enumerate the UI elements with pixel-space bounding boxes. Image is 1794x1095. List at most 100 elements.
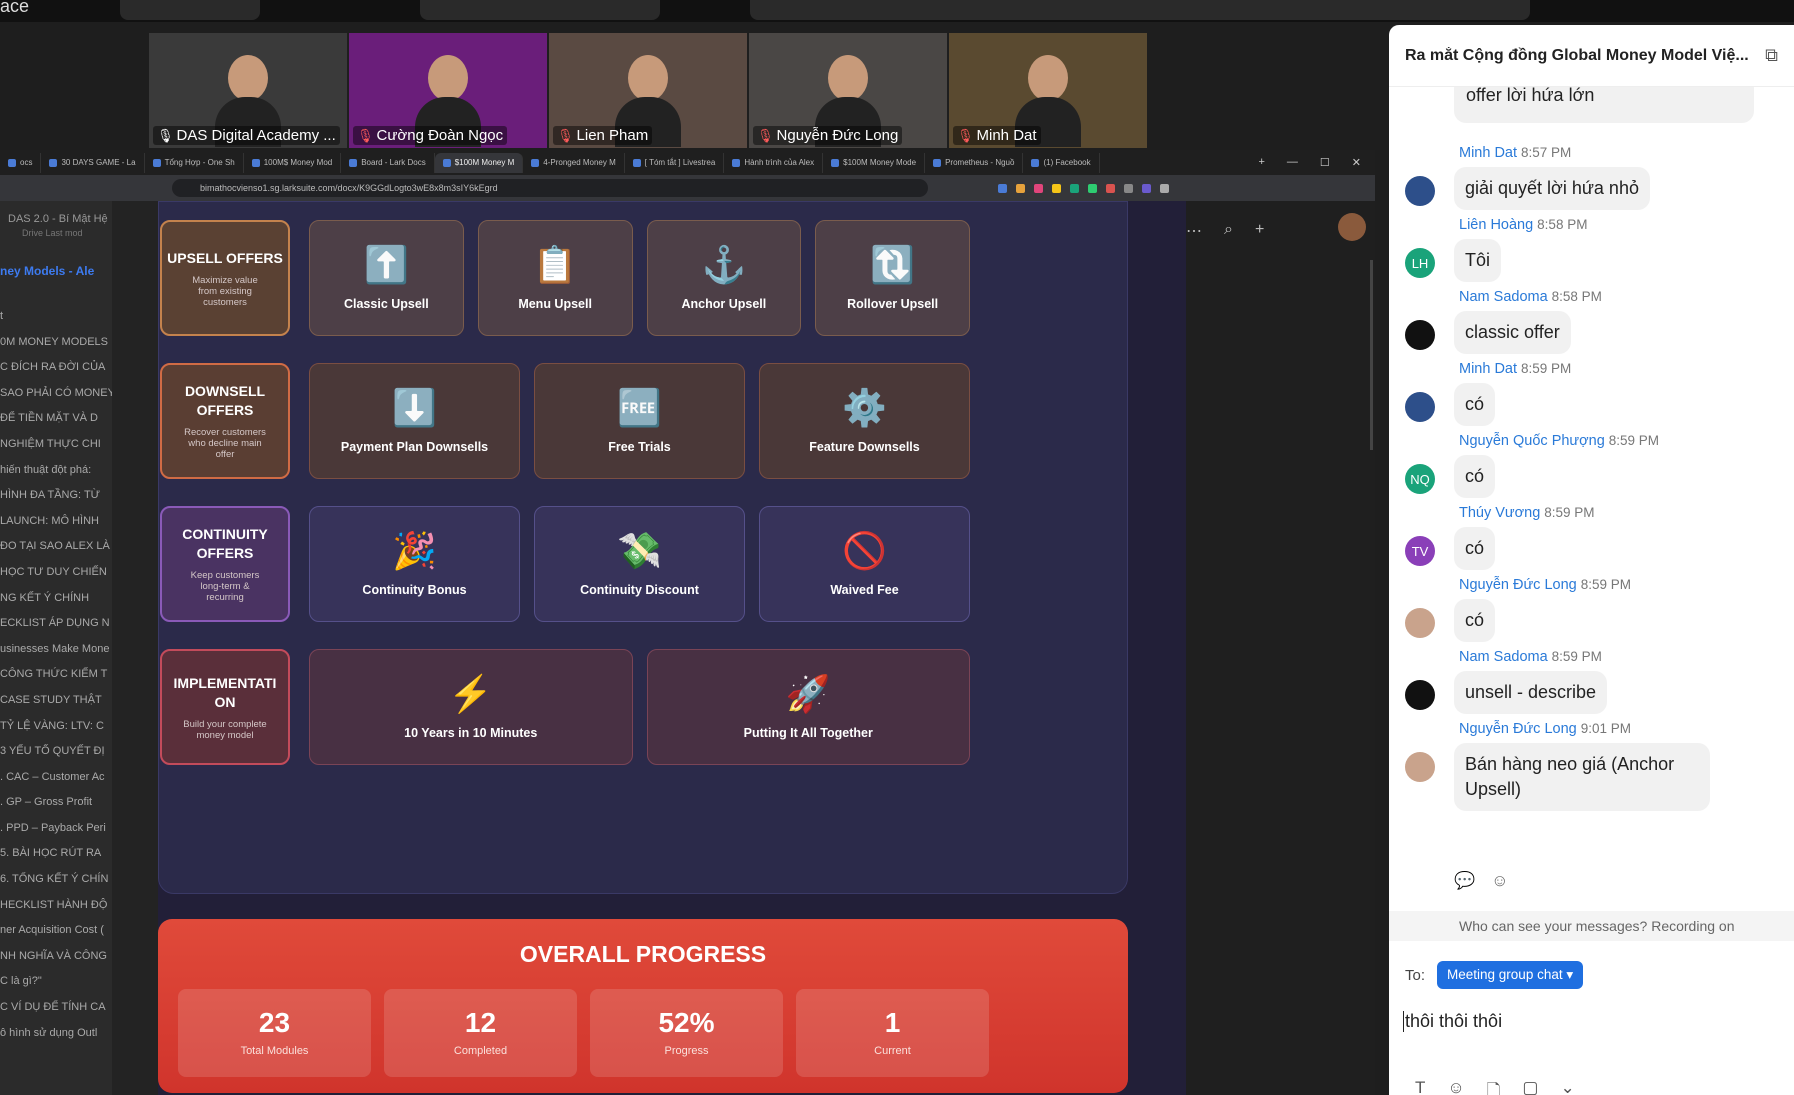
sender-name[interactable]: Minh Dat — [1459, 145, 1517, 161]
avatar[interactable] — [1405, 392, 1435, 422]
toc-item[interactable]: 5. BÀI HỌC RÚT RA — [0, 841, 112, 867]
module-card[interactable]: 🚀 Putting It All Together — [646, 649, 970, 765]
toc-item[interactable]: . CAC – Customer Ac — [0, 765, 112, 791]
participant-tile[interactable]: 🎙 Lien Pham — [549, 33, 747, 148]
browser-tab[interactable]: Board - Lark Docs — [341, 152, 435, 173]
toc-item[interactable]: ô hình sử dụng Outl — [0, 1021, 112, 1047]
format-text-icon[interactable]: T — [1415, 1078, 1425, 1095]
module-card[interactable]: 💸 Continuity Discount — [534, 506, 745, 622]
extension-icon[interactable] — [1070, 183, 1079, 193]
toc-item[interactable]: CASE STUDY THẬT — [0, 688, 112, 714]
reply-icon[interactable]: 💬 — [1454, 871, 1475, 891]
extension-icon[interactable] — [1034, 183, 1043, 193]
add-icon[interactable]: + — [1255, 221, 1264, 241]
module-card[interactable]: ⬇️ Payment Plan Downsells — [309, 363, 520, 479]
more-icon[interactable]: ⋯ — [1186, 221, 1202, 241]
window-controls[interactable]: + — ☐ ✕ — [1258, 156, 1375, 169]
browser-tab[interactable]: Hành trình của Alex — [724, 152, 824, 173]
module-card[interactable]: ⚙️ Feature Downsells — [759, 363, 970, 479]
file-icon[interactable]: 🗋 — [1487, 1078, 1501, 1095]
avatar[interactable] — [1338, 213, 1366, 241]
toc-item[interactable]: 6. TỔNG KẾT Ý CHÍN — [0, 867, 112, 893]
browser-tab[interactable]: 4-Pronged Money M — [523, 152, 625, 173]
extension-icon[interactable] — [1088, 183, 1097, 193]
participant-tile[interactable]: 🎙 Cường Đoàn Ngọc — [349, 33, 547, 148]
browser-tab[interactable]: [ Tóm tắt ] Livestrea — [625, 152, 725, 173]
sender-name[interactable]: Nguyễn Đức Long — [1459, 577, 1577, 593]
recipient-dropdown[interactable]: Meeting group chat ▾ — [1437, 961, 1584, 989]
sender-name[interactable]: Thúy Vương — [1459, 505, 1540, 521]
downsell-category-card[interactable]: DOWNSELL OFFERS Recover customers who dec… — [160, 363, 290, 479]
avatar[interactable] — [1405, 680, 1435, 710]
avatar[interactable] — [1405, 608, 1435, 638]
top-tab-fragment[interactable] — [750, 0, 1530, 20]
browser-tab[interactable]: Prometheus - Nguồ — [925, 152, 1024, 173]
module-card[interactable]: ⚡ 10 Years in 10 Minutes — [309, 649, 633, 765]
extension-icon[interactable] — [1052, 183, 1061, 193]
toc-title[interactable]: ney Models - Ale — [0, 238, 112, 278]
top-tab-fragment[interactable] — [120, 0, 260, 20]
module-card[interactable]: 🔃 Rollover Upsell — [815, 220, 970, 336]
browser-tab[interactable]: $100M Money Mode — [823, 152, 926, 173]
screenshot-icon[interactable]: ▢ — [1522, 1078, 1538, 1095]
toc-item[interactable]: 0M MONEY MODELS — [0, 330, 112, 356]
maximize-icon[interactable]: ☐ — [1320, 156, 1330, 169]
toc-item[interactable]: ner Acquisition Cost ( — [0, 918, 112, 944]
browser-tab[interactable]: 30 DAYS GAME - La — [41, 152, 145, 173]
toc-item[interactable]: ĐỂ TIỀN MẶT VÀ D — [0, 406, 112, 432]
avatar[interactable] — [1405, 176, 1435, 206]
avatar[interactable]: NQ — [1405, 464, 1435, 494]
top-tab-fragment[interactable] — [420, 0, 660, 20]
avatar[interactable] — [1405, 320, 1435, 350]
emoji-reaction-icon[interactable]: ☺ — [1491, 871, 1508, 891]
toc-item[interactable]: . GP – Gross Profit — [0, 790, 112, 816]
module-card[interactable]: ⬆️ Classic Upsell — [309, 220, 464, 336]
pop-out-icon[interactable]: ⧉ — [1765, 45, 1778, 66]
browser-tab[interactable]: Tổng Hợp - One Sh — [145, 152, 244, 173]
sender-name[interactable]: Nam Sadoma — [1459, 289, 1548, 305]
continuity-category-card[interactable]: CONTINUITY OFFERS Keep customers long-ter… — [160, 506, 290, 622]
sender-name[interactable]: Nguyễn Quốc Phượng — [1459, 433, 1605, 449]
toc-item[interactable]: HÌNH ĐA TẦNG: TỪ — [0, 483, 112, 509]
toc-item[interactable]: C là gì?" — [0, 969, 112, 995]
module-card[interactable]: 🎉 Continuity Bonus — [309, 506, 520, 622]
avatar[interactable]: LH — [1405, 248, 1435, 278]
extension-icon[interactable] — [1124, 183, 1133, 193]
message-input[interactable]: thôi thôi thôi — [1403, 1011, 1502, 1032]
privacy-notice[interactable]: Who can see your messages? Recording on — [1389, 911, 1794, 941]
emoji-icon[interactable]: ☺ — [1447, 1078, 1464, 1095]
toc-item[interactable]: HỌC TƯ DUY CHIẾN — [0, 560, 112, 586]
toc-item[interactable]: NGHIỆM THỰC CHI — [0, 432, 112, 458]
toc-item[interactable]: 3 YẾU TỐ QUYẾT ĐỊ — [0, 739, 112, 765]
extension-icon[interactable] — [1142, 183, 1151, 193]
toc-item[interactable]: NG KẾT Ý CHÍNH — [0, 586, 112, 612]
toc-item[interactable]: C VÍ DỤ ĐỂ TÍNH CA — [0, 995, 112, 1021]
toc-item[interactable]: . PPD – Payback Peri — [0, 816, 112, 842]
toc-item[interactable]: SAO PHẢI CÓ MONEY — [0, 381, 112, 407]
extension-icon[interactable] — [998, 183, 1007, 193]
participant-tile[interactable]: 🎙 DAS Digital Academy ... — [149, 33, 347, 148]
toc-item[interactable]: usinesses Make Mone — [0, 637, 112, 663]
participant-tile[interactable]: 🎙 Minh Dat — [949, 33, 1147, 148]
module-card[interactable]: 📋 Menu Upsell — [477, 220, 633, 336]
module-card[interactable]: 🆓 Free Trials — [534, 363, 745, 479]
upsell-category-card[interactable]: UPSELL OFFERS Maximize value from existin… — [160, 220, 290, 336]
browser-tab[interactable]: $100M Money M — [434, 152, 524, 173]
toc-item[interactable]: ĐO TẠI SAO ALEX LÀ — [0, 534, 112, 560]
extension-icon[interactable] — [1016, 183, 1025, 193]
toc-item[interactable]: ECKLIST ÁP DỤNG N — [0, 611, 112, 637]
module-card[interactable]: 🚫 Waived Fee — [759, 506, 970, 622]
sender-name[interactable]: Liên Hoàng — [1459, 217, 1533, 233]
browser-tab[interactable]: 100M$ Money Mod — [244, 152, 342, 173]
toc-item[interactable]: t — [0, 304, 112, 330]
sender-name[interactable]: Nam Sadoma — [1459, 649, 1548, 665]
browser-tab[interactable]: ocs — [0, 152, 42, 173]
module-card[interactable]: ⚓ Anchor Upsell — [646, 220, 802, 336]
close-icon[interactable]: ✕ — [1352, 156, 1361, 169]
toc-item[interactable]: C ĐÍCH RA ĐỜI CỦA — [0, 355, 112, 381]
chevron-down-icon[interactable]: ⌄ — [1560, 1078, 1574, 1095]
new-tab-icon[interactable]: + — [1258, 156, 1264, 169]
extension-icon[interactable] — [1106, 183, 1115, 193]
toc-item[interactable]: TỶ LỆ VÀNG: LTV: C — [0, 714, 112, 740]
doc-breadcrumb[interactable]: DAS 2.0 - Bí Mật Hệ — [0, 201, 112, 225]
